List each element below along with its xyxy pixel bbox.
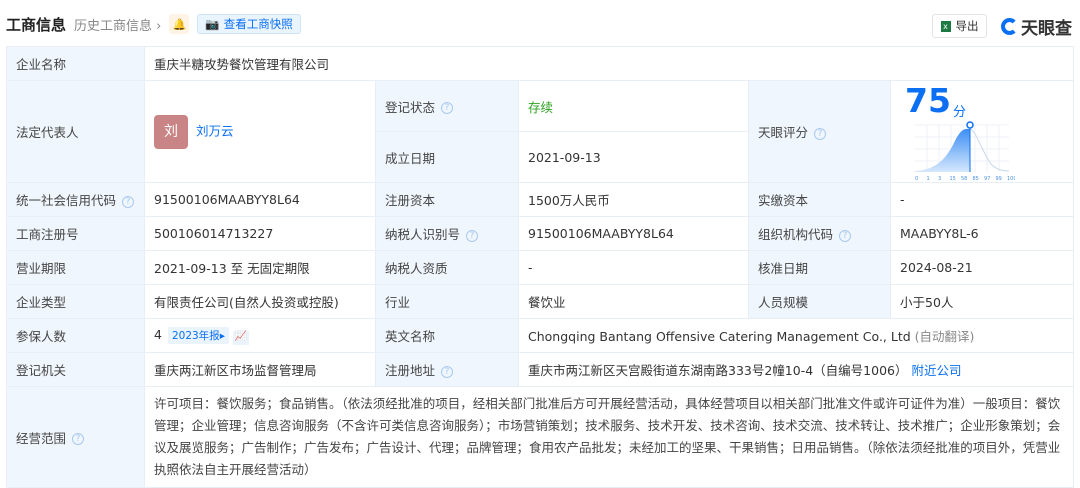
paid-label: 实缴资本 [748, 182, 891, 217]
status-value: 存续 [518, 80, 749, 132]
logo-icon [1001, 18, 1018, 35]
capital-value: 1500万人民币 [518, 182, 749, 217]
export-label: 导出 [955, 19, 979, 33]
help-icon[interactable]: ? [122, 195, 135, 208]
approve-label: 核准日期 [748, 250, 891, 285]
term-value: 2021-09-13 至 无固定期限 [144, 250, 376, 285]
scope-label-text: 经营范围 [16, 430, 67, 446]
insured-label: 参保人数 [6, 318, 145, 353]
export-button[interactable]: x 导出 [932, 14, 987, 38]
status-label-text: 登记状态 [385, 99, 436, 115]
founded-label: 成立日期 [375, 131, 519, 183]
help-icon[interactable]: ? [466, 229, 479, 242]
tianyancha-logo: 天眼查 [1001, 14, 1072, 39]
auto-translate-note: (自动翻译) [914, 329, 975, 344]
addr-value: 重庆市两江新区天宫殿街道东湖南路333号2幢10-4（自编号1006） 附近公司 [517, 352, 1075, 387]
taxq-label: 纳税人资质 [375, 250, 519, 285]
reg-label: 工商注册号 [6, 216, 145, 251]
score-tick-label: 3 [938, 176, 941, 182]
org-label: 组织机构代码? [748, 216, 891, 251]
org-value: MAABYY8L-6 [889, 216, 1075, 251]
score-label-text: 天眼评分 [758, 125, 809, 140]
score-tick-label: 1 [927, 176, 930, 182]
legal-label: 法定代表人 [6, 80, 145, 183]
addr-label-text: 注册地址 [385, 363, 436, 378]
help-icon[interactable]: ? [72, 433, 85, 445]
org-label-text: 组织机构代码 [758, 227, 834, 242]
help-icon[interactable]: ? [441, 102, 454, 114]
status-label: 登记状态? [375, 80, 519, 132]
score-tick-label: 85 [973, 176, 979, 182]
reg-value: 500106014713227 [144, 216, 376, 251]
legal-rep: 刘刘万云 [144, 80, 376, 183]
tax-value: 91500106MAABYY8L64 [518, 216, 749, 251]
snapshot-button[interactable]: 📷 查看工商快照 [197, 14, 301, 34]
trend-chart-icon[interactable]: 📈 [232, 330, 249, 345]
name-label: 企业名称 [6, 46, 145, 81]
scope-value: 许可项目：餐饮服务；食品销售。（依法须经批准的项目，经相关部门批准后方可开展经营… [143, 386, 1075, 488]
en-name: Chongqing Bantang Offensive Catering Man… [528, 329, 911, 344]
logo-text: 天眼查 [1021, 19, 1072, 39]
approve-value: 2024-08-21 [889, 250, 1075, 285]
score-label: 天眼评分? [748, 80, 891, 183]
score-tick-label: 97 [984, 176, 990, 182]
term-label: 营业期限 [6, 250, 145, 285]
help-icon[interactable]: ? [839, 229, 852, 242]
business-info-table: 企业名称 重庆半糖攻势餐饮管理有限公司 法定代表人 刘刘万云 登记状态? 存续 天… [6, 46, 1075, 488]
industry-label: 行业 [375, 284, 519, 319]
score-tick-label: 99 [996, 176, 1002, 182]
scope-label: 经营范围? [6, 386, 145, 488]
credit-value: 91500106MAABYY8L64 [144, 182, 376, 217]
authority-value: 重庆两江新区市场监督管理局 [144, 352, 376, 387]
history-label: 历史工商信息 [74, 18, 153, 34]
score-tick-label: 15 [950, 176, 956, 182]
type-label: 企业类型 [6, 284, 145, 319]
address: 重庆市两江新区天宫殿街道东湖南路333号2幢10-4（自编号1006） [528, 363, 908, 378]
avatar: 刘 [154, 114, 188, 149]
tax-label-text: 纳税人识别号 [385, 227, 461, 242]
tax-label: 纳税人识别号? [375, 216, 519, 251]
authority-label: 登记机关 [6, 352, 145, 387]
history-link[interactable]: 历史工商信息 › [74, 15, 161, 34]
score-marker [966, 121, 974, 129]
score-curve-tail [969, 128, 1010, 172]
score-tick-label: 0 [915, 176, 918, 182]
bell-icon[interactable]: 🔔 [169, 14, 190, 34]
snapshot-label: 查看工商快照 [223, 17, 293, 31]
company-name: 重庆半糖攻势餐饮管理有限公司 [143, 46, 1075, 81]
score-area [915, 128, 970, 172]
nearby-companies-link[interactable]: 附近公司 [911, 363, 961, 378]
size-value: 小于50人 [889, 284, 1075, 319]
type-value: 有限责任公司(自然人投资或控股) [144, 284, 376, 319]
insured-count: 4 [154, 326, 162, 342]
score-value: 75 [905, 81, 951, 120]
section-header: 工商信息 历史工商信息 › 🔔 📷 查看工商快照 [6, 13, 301, 35]
capital-label: 注册资本 [375, 182, 519, 217]
legal-rep-link[interactable]: 刘万云 [196, 123, 234, 138]
en-value: Chongqing Bantang Offensive Catering Man… [517, 318, 1075, 353]
founded-value: 2021-09-13 [518, 131, 749, 183]
help-icon[interactable]: ? [814, 127, 827, 140]
annual-report-label: 2023年报 [171, 329, 220, 342]
score-cell[interactable]: 75 分 0 1 3 15 58 85 97 99 100 [889, 80, 1075, 183]
section-title: 工商信息 [6, 15, 67, 34]
score-distribution-chart: 0 1 3 15 58 85 97 99 100 [915, 121, 1017, 182]
industry-value: 餐饮业 [518, 284, 749, 319]
score-unit: 分 [952, 105, 966, 120]
taxq-value: - [518, 250, 749, 285]
score-tick-label: 58 [961, 176, 967, 182]
insured-value: 4 2023年报▸ 📈 [144, 318, 376, 353]
excel-icon: x [940, 20, 951, 32]
en-label: 英文名称 [375, 318, 519, 353]
camera-icon: 📷 [205, 17, 220, 31]
size-label: 人员规模 [748, 284, 891, 319]
score-tick-label: 100 [1007, 176, 1015, 182]
help-icon[interactable]: ? [441, 365, 454, 378]
paid-value: - [889, 182, 1075, 217]
annual-report-tag[interactable]: 2023年报▸ [167, 326, 229, 344]
addr-label: 注册地址? [375, 352, 519, 387]
credit-label-text: 统一社会信用代码 [16, 193, 117, 208]
credit-label: 统一社会信用代码? [6, 182, 145, 217]
